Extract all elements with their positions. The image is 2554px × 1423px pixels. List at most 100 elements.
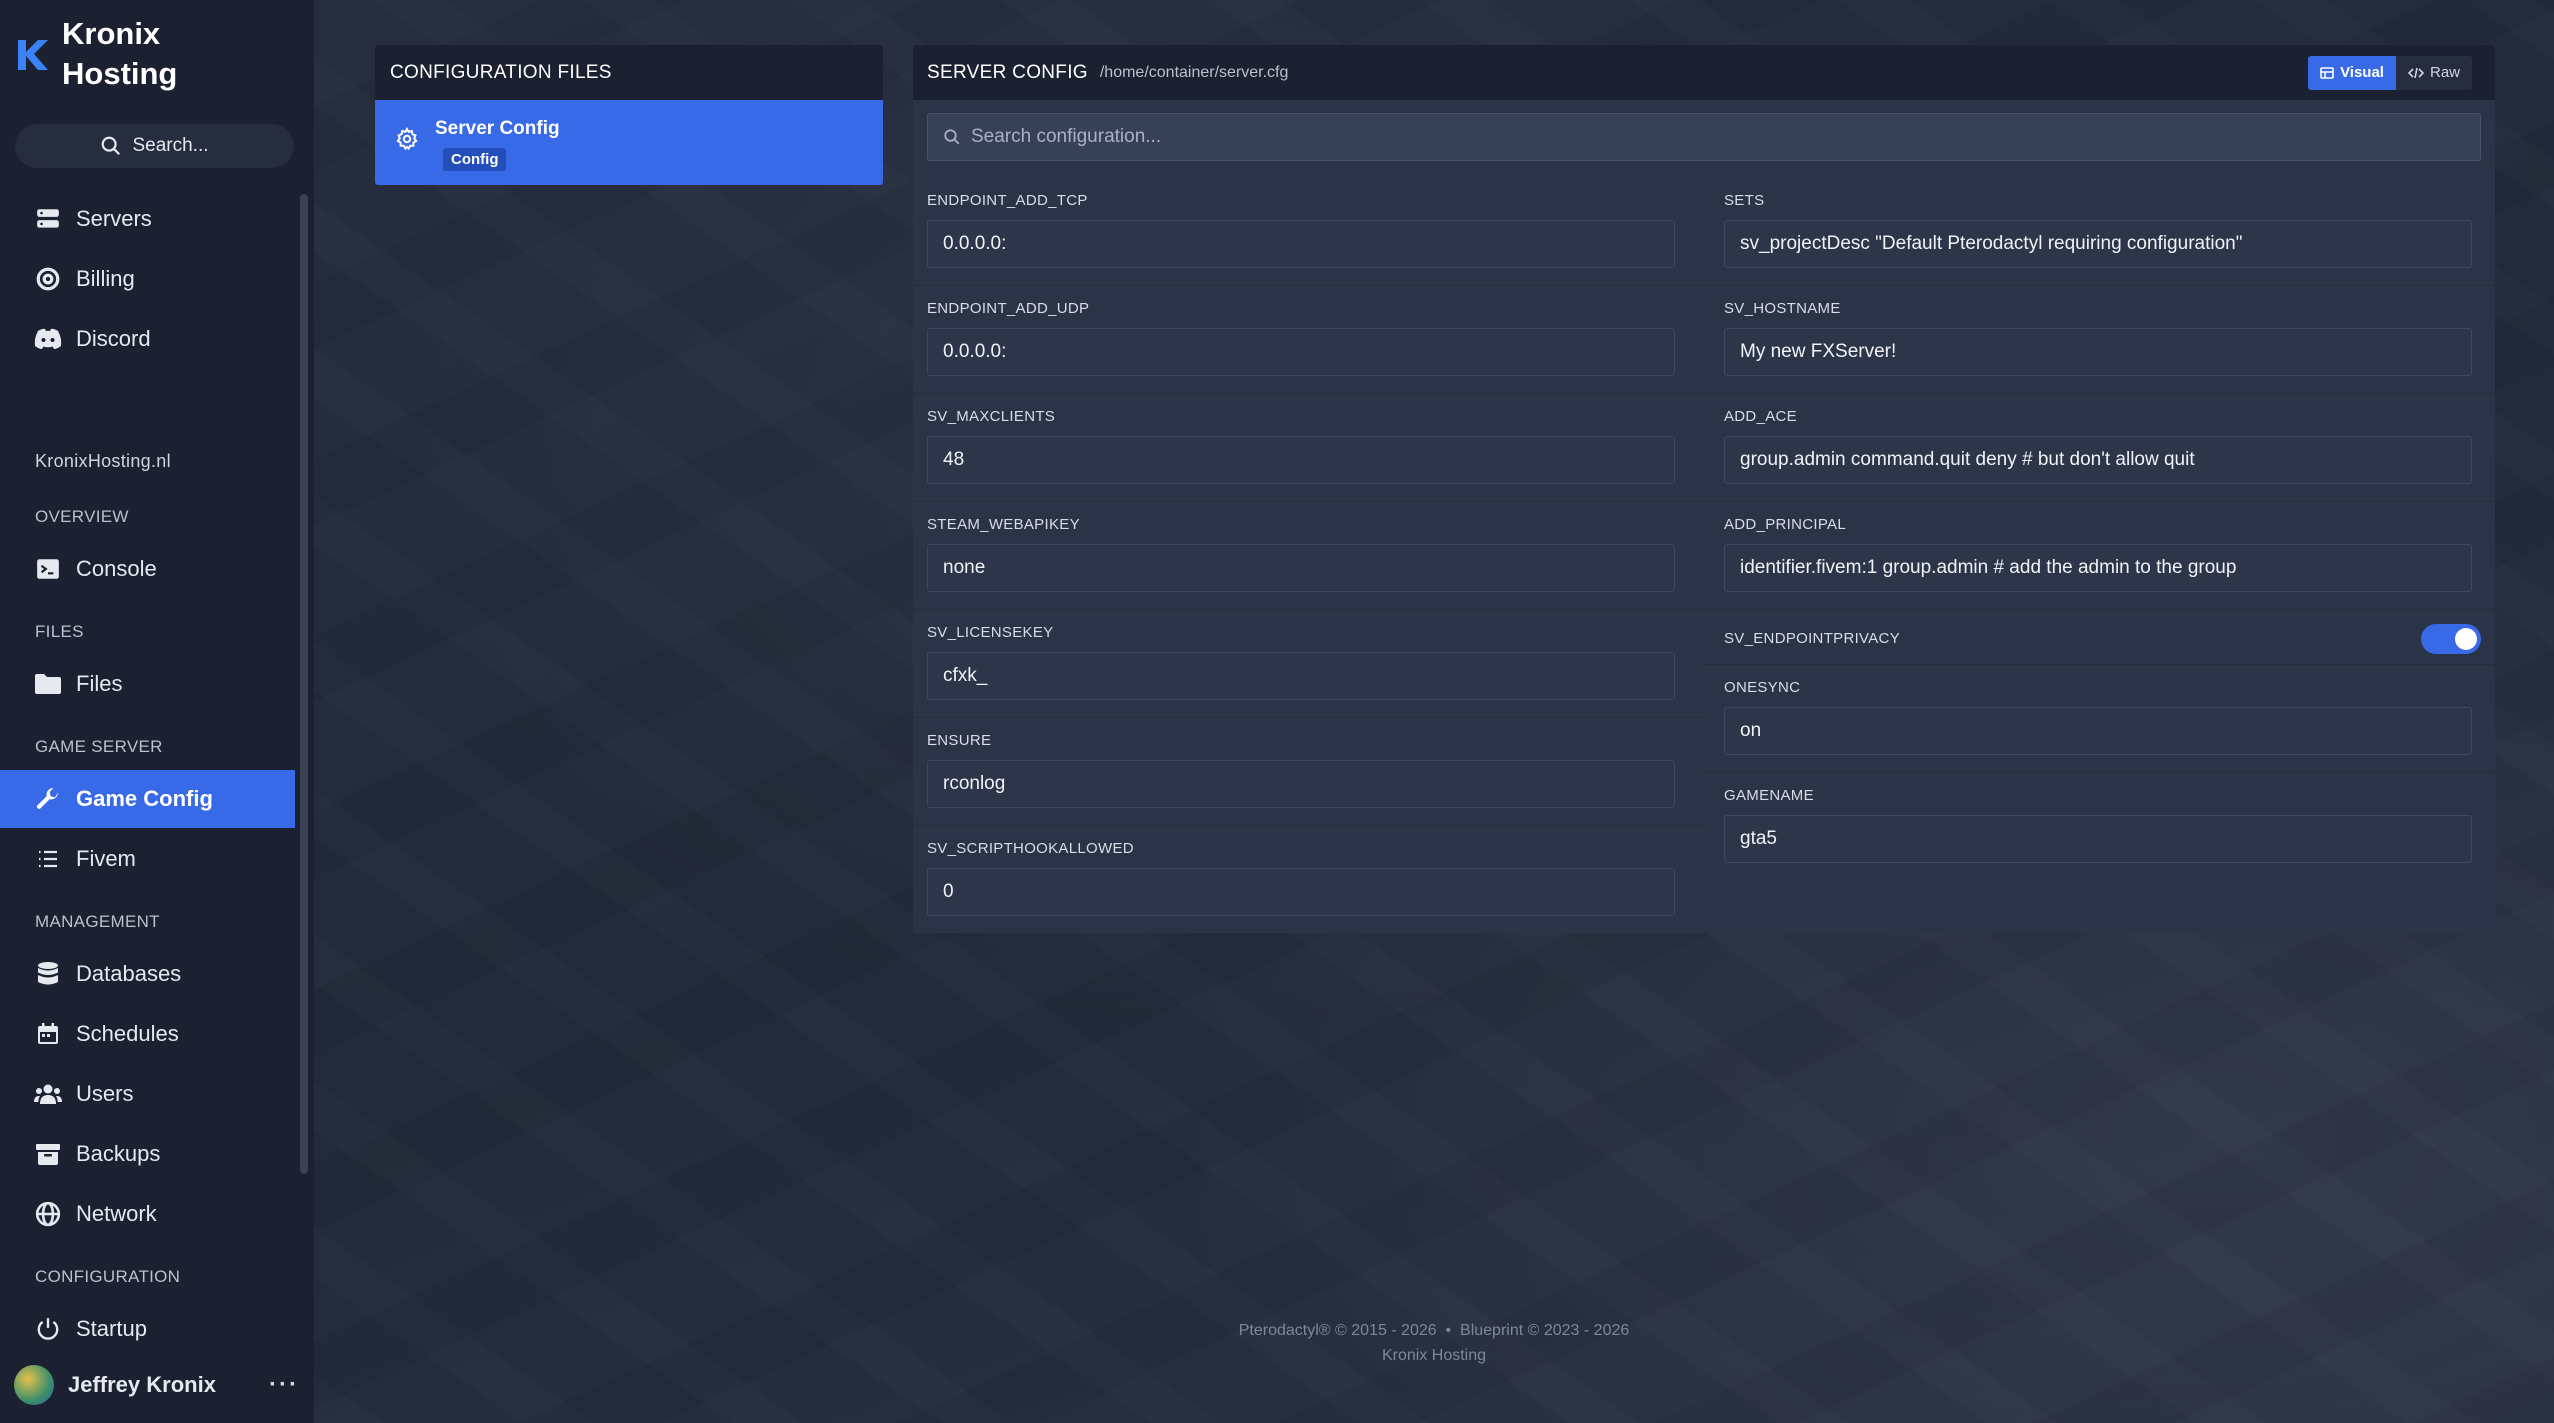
sidebar-scrollbar[interactable] (300, 194, 308, 1174)
sidebar-item-network[interactable]: Network (0, 1185, 295, 1243)
sidebar-item-databases[interactable]: Databases (0, 945, 295, 1003)
endpoint-privacy-switch[interactable] (2421, 624, 2481, 654)
config-field-input[interactable]: 0.0.0.0: (927, 220, 1675, 268)
sidebar-item-label: Billing (76, 266, 135, 291)
sidebar-item-discord[interactable]: Discord (0, 310, 295, 368)
footer-copyright: Pterodactyl® © 2015 - 2026 • Blueprint ©… (1238, 1322, 1630, 1339)
config-field: STEAM_WEBAPIKEY none (913, 502, 1704, 610)
config-field-input[interactable]: 0.0.0.0: (927, 328, 1675, 376)
config-field-input[interactable]: cfxk_ (927, 652, 1675, 700)
config-search-input[interactable]: Search configuration... (927, 113, 2481, 161)
config-field-input[interactable]: 0 (927, 868, 1675, 916)
config-field-input[interactable]: group.admin command.quit deny # but don'… (1724, 436, 2472, 484)
config-field: ENDPOINT_ADD_UDP 0.0.0.0: (913, 286, 1704, 394)
brand-line-1: Kronix (62, 16, 161, 51)
config-field-input[interactable]: on (1724, 707, 2472, 755)
folder-icon (34, 670, 62, 698)
sidebar-item-startup[interactable]: Startup (0, 1300, 295, 1358)
config-field-label: SETS (1724, 192, 1765, 209)
file-type-badge: Config (443, 148, 507, 171)
sidebar-item-backups[interactable]: Backups (0, 1125, 295, 1183)
footer-brand: Kronix Hosting (1381, 1347, 1487, 1364)
file-item-server-config[interactable]: Server Config Config (375, 100, 883, 185)
section-game-server: GAME SERVER (35, 737, 163, 756)
config-field-label: ADD_PRINCIPAL (1724, 516, 1846, 533)
sidebar-item-servers[interactable]: Servers (0, 190, 295, 248)
config-field-label: ENDPOINT_ADD_TCP (927, 192, 1088, 209)
file-item-title: Server Config (435, 118, 560, 139)
calendar-icon (34, 1020, 62, 1048)
user-name: Jeffrey Kronix (68, 1372, 216, 1397)
config-field-label: ADD_ACE (1724, 408, 1797, 425)
sidebar-item-console[interactable]: Console (0, 540, 295, 598)
config-field-label: GAMENAME (1724, 787, 1814, 804)
lifebuoy-icon (34, 265, 62, 293)
config-field: ENSURE rconlog (913, 718, 1704, 826)
config-fields-right: SETS sv_projectDesc "Default Pterodactyl… (1704, 178, 2495, 881)
config-field-label: SV_SCRIPTHOOKALLOWED (927, 840, 1134, 857)
sidebar-item-users[interactable]: Users (0, 1065, 295, 1123)
config-field-label: ENDPOINT_ADD_UDP (927, 300, 1090, 317)
config-field-label: SV_MAXCLIENTS (927, 408, 1056, 425)
terminal-icon (34, 555, 62, 583)
table-icon (2320, 66, 2334, 79)
raw-view-button[interactable]: Raw (2395, 55, 2472, 90)
view-mode-toggle: Visual Raw (2308, 55, 2472, 90)
configuration-files-title: CONFIGURATION FILES (390, 61, 612, 83)
sidebar: Kronix Hosting Search... Servers Billing… (0, 0, 314, 1423)
more-options-icon[interactable]: ··· (269, 1371, 299, 1399)
config-field-label: SV_ENDPOINTPRIVACY (1724, 630, 1900, 647)
config-field: SETS sv_projectDesc "Default Pterodactyl… (1704, 178, 2495, 286)
config-field: ADD_ACE group.admin command.quit deny # … (1704, 394, 2495, 502)
sidebar-item-game-config[interactable]: Game Config (0, 770, 295, 828)
sidebar-item-label: Users (76, 1081, 134, 1106)
sidebar-search-button[interactable]: Search... (15, 124, 294, 168)
sidebar-search-label: Search... (132, 135, 209, 156)
server-config-panel: SERVER CONFIG /home/container/server.cfg… (913, 45, 2495, 933)
sidebar-item-label: Network (76, 1201, 157, 1226)
config-field-input[interactable]: identifier.fivem:1 group.admin # add the… (1724, 544, 2472, 592)
power-icon (34, 1315, 62, 1343)
visual-view-button[interactable]: Visual (2308, 55, 2396, 90)
config-field: ONESYNC on (1704, 665, 2495, 773)
config-field-input[interactable]: My new FXServer! (1724, 328, 2472, 376)
config-field-input[interactable]: 48 (927, 436, 1675, 484)
config-search-placeholder: Search configuration... (971, 126, 1162, 147)
avatar (14, 1365, 54, 1405)
config-field-label: STEAM_WEBAPIKEY (927, 516, 1080, 533)
site-label: KronixHosting.nl (35, 451, 171, 471)
config-field-input[interactable]: gta5 (1724, 815, 2472, 863)
config-field-label: ONESYNC (1724, 679, 1801, 696)
sidebar-item-label: Schedules (76, 1021, 179, 1046)
sidebar-item-schedules[interactable]: Schedules (0, 1005, 295, 1063)
wrench-icon (34, 785, 62, 813)
sidebar-item-label: Discord (76, 326, 151, 351)
sidebar-item-files[interactable]: Files (0, 655, 295, 713)
sidebar-item-label: Startup (76, 1316, 147, 1341)
sidebar-item-label: Servers (76, 206, 152, 231)
user-account[interactable]: Jeffrey Kronix ··· (14, 1363, 299, 1407)
discord-icon (34, 325, 62, 353)
config-field-input[interactable]: rconlog (927, 760, 1675, 808)
config-file-path: /home/container/server.cfg (1099, 63, 1289, 81)
sidebar-item-billing[interactable]: Billing (0, 250, 295, 308)
kronix-logo-icon (18, 40, 48, 70)
config-field: SV_MAXCLIENTS 48 (913, 394, 1704, 502)
config-field: ADD_PRINCIPAL identifier.fivem:1 group.a… (1704, 502, 2495, 610)
config-field: GAMENAME gta5 (1704, 773, 2495, 881)
config-field-label: SV_HOSTNAME (1724, 300, 1841, 317)
config-field-toggle: SV_ENDPOINTPRIVACY (1704, 610, 2495, 665)
section-configuration: CONFIGURATION (35, 1267, 181, 1286)
sidebar-item-label: Backups (76, 1141, 161, 1166)
sidebar-item-fivem[interactable]: Fivem (0, 830, 295, 888)
config-field-input[interactable]: none (927, 544, 1675, 592)
section-overview: OVERVIEW (35, 507, 129, 526)
config-field: SV_SCRIPTHOOKALLOWED 0 (913, 826, 1704, 933)
configuration-files-panel: CONFIGURATION FILES Server Config Config (375, 45, 883, 185)
config-field-input[interactable]: sv_projectDesc "Default Pterodactyl requ… (1724, 220, 2472, 268)
brand-name: Kronix Hosting (62, 14, 177, 94)
brand[interactable]: Kronix Hosting (14, 14, 177, 94)
config-field: ENDPOINT_ADD_TCP 0.0.0.0: (913, 178, 1704, 286)
brand-line-2: Hosting (62, 56, 178, 91)
server-icon (34, 205, 62, 233)
